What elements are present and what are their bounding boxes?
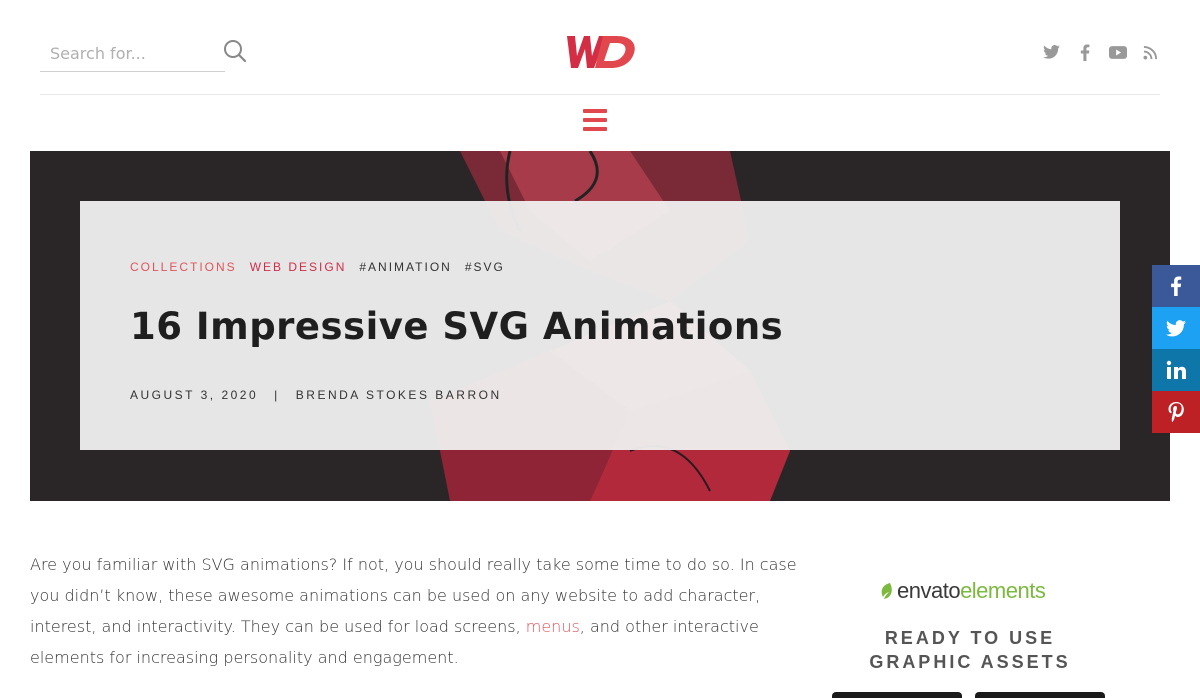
hero-card: COLLECTIONS WEB DESIGN #ANIMATION #SVG 1… <box>80 201 1120 450</box>
elements-brand: elements <box>960 578 1046 603</box>
hero-banner: COLLECTIONS WEB DESIGN #ANIMATION #SVG 1… <box>30 151 1170 501</box>
rss-icon[interactable] <box>1141 43 1160 62</box>
share-linkedin-button[interactable] <box>1152 349 1200 391</box>
header-divider <box>40 94 1160 95</box>
publish-date: AUGUST 3, 2020 <box>130 388 259 402</box>
ad-image-left <box>832 692 962 698</box>
tag-animation[interactable]: #ANIMATION <box>359 260 451 274</box>
ad-headline-line1: READY TO USE <box>884 628 1056 648</box>
tag-list: COLLECTIONS WEB DESIGN #ANIMATION #SVG <box>130 260 505 274</box>
share-twitter-button[interactable] <box>1152 307 1200 349</box>
meta-separator: | <box>274 388 280 402</box>
twitter-icon <box>1166 319 1186 336</box>
author-link[interactable]: BRENDA STOKES BARRON <box>296 388 502 402</box>
facebook-icon[interactable] <box>1075 43 1094 62</box>
linkedin-icon <box>1166 360 1186 379</box>
twitter-icon[interactable] <box>1042 43 1061 62</box>
envato-brand: envato <box>897 578 961 603</box>
sidebar-ad[interactable]: envato elements READY TO USE GRAPHIC ASSE… <box>830 570 1110 698</box>
article-meta: AUGUST 3, 2020 | BRENDA STOKES BARRON <box>130 388 502 402</box>
ad-headline-line2: GRAPHIC ASSETS <box>869 652 1071 672</box>
tag-svg[interactable]: #SVG <box>465 260 505 274</box>
search-input[interactable] <box>48 40 217 66</box>
envato-logo: envato elements <box>880 578 1046 604</box>
article-intro: Are you familiar with SVG animations? If… <box>30 549 800 673</box>
site-logo[interactable]: WD <box>565 32 637 72</box>
pinterest-icon <box>1168 402 1184 422</box>
youtube-icon[interactable] <box>1108 43 1127 62</box>
tag-web-design[interactable]: WEB DESIGN <box>250 260 347 274</box>
ad-image-right <box>975 692 1105 698</box>
share-facebook-button[interactable] <box>1152 265 1200 307</box>
leaf-icon <box>881 583 892 599</box>
ad-headline: READY TO USE GRAPHIC ASSETS <box>830 626 1110 674</box>
search-icon[interactable] <box>222 38 248 64</box>
social-links <box>1042 42 1160 62</box>
article-title: 16 Impressive SVG Animations <box>130 305 784 348</box>
facebook-icon <box>1171 276 1182 296</box>
tag-collections[interactable]: COLLECTIONS <box>130 260 237 274</box>
menu-icon[interactable] <box>583 109 607 131</box>
menus-link[interactable]: menus <box>526 617 580 636</box>
share-pinterest-button[interactable] <box>1152 391 1200 433</box>
search-box[interactable] <box>40 34 225 72</box>
share-bar <box>1152 265 1200 433</box>
